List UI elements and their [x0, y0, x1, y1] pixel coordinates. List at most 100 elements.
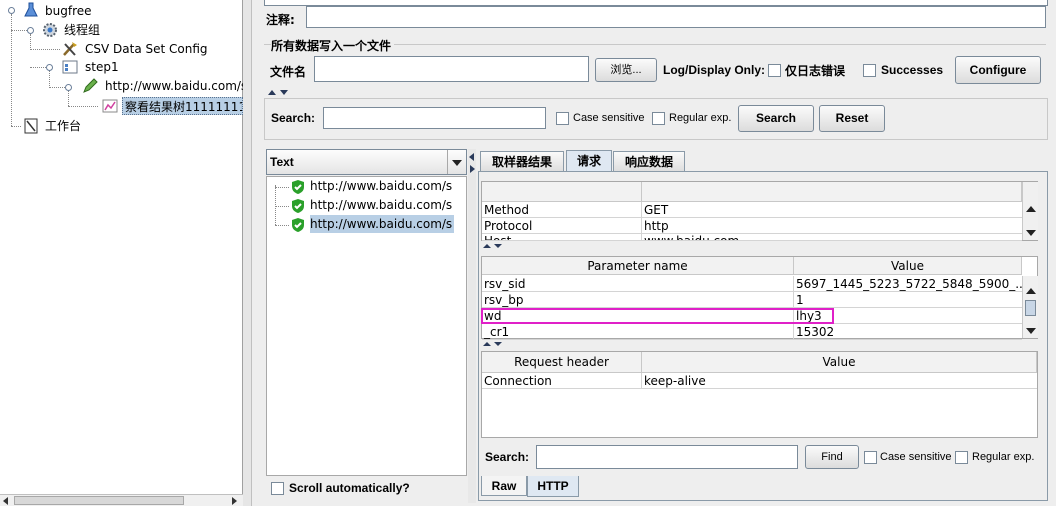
renderer-select[interactable]: Text	[266, 149, 467, 175]
tree-node-thread-group[interactable]: 线程组	[64, 21, 100, 39]
expand-toggle[interactable]	[27, 27, 34, 34]
regex-checkbox[interactable]	[652, 112, 665, 125]
find-button[interactable]: Find	[805, 445, 859, 469]
tab-sampler-result[interactable]: 取样器结果	[480, 151, 564, 171]
scroll-auto-label: Scroll automatically?	[289, 481, 410, 495]
collapse-up-icon[interactable]	[483, 244, 491, 248]
scroll-down-icon[interactable]	[1026, 230, 1036, 236]
collapse-down-icon[interactable]	[494, 342, 502, 346]
tab-request[interactable]: 请求	[566, 150, 612, 171]
header-cell: Connection	[482, 373, 642, 389]
scroll-down-icon[interactable]	[1026, 328, 1036, 334]
tree-connector	[30, 49, 60, 50]
test-plan-tree[interactable]: bugfree 线程组 CSV Data Set Config step1 ht…	[0, 0, 247, 506]
bottom-search-input[interactable]	[536, 445, 798, 469]
write-all-label: 所有数据写入一个文件	[271, 37, 395, 54]
request-cell: Protocol	[482, 218, 642, 234]
tree-horizontal-scrollbar[interactable]	[0, 494, 243, 506]
expand-toggle[interactable]	[8, 7, 15, 14]
successes-checkbox[interactable]	[863, 64, 876, 77]
scrollbar-thumb[interactable]	[1025, 300, 1036, 316]
browse-button[interactable]: 浏览...	[595, 58, 657, 82]
case-sensitive-checkbox[interactable]	[556, 112, 569, 125]
collapse-up-icon[interactable]	[483, 342, 491, 346]
param-cell: 15302	[794, 324, 1022, 340]
request-cell: Host	[482, 234, 642, 241]
expand-toggle[interactable]	[46, 64, 53, 71]
tree-connector	[68, 106, 98, 107]
tree-connector	[275, 206, 289, 207]
collapse-down-icon[interactable]	[280, 90, 288, 95]
tree-connector	[275, 225, 289, 226]
request-col-header	[642, 182, 1022, 202]
tree-node-step[interactable]: step1	[85, 58, 119, 76]
scroll-right-icon[interactable]	[232, 497, 237, 505]
tree-node-csv-config[interactable]: CSV Data Set Config	[85, 40, 208, 58]
scroll-left-icon[interactable]	[3, 497, 8, 505]
tree-connector	[275, 185, 276, 225]
search-button[interactable]: Search	[738, 105, 814, 132]
comment-label: 注释:	[266, 13, 295, 27]
tools-icon	[62, 41, 78, 57]
search-input[interactable]	[323, 107, 546, 129]
reset-button[interactable]: Reset	[819, 105, 885, 132]
request-header-value-header: Value	[642, 352, 1037, 373]
parameter-table: Parameter name Value rsv_sid 5697_1445_5…	[481, 256, 1038, 340]
comment-field[interactable]	[306, 6, 1046, 28]
renderer-select-value: Text	[270, 155, 294, 169]
tree-node-sampler[interactable]: http://www.baidu.com/s	[105, 77, 247, 95]
request-cell: GET	[642, 202, 1022, 218]
collapse-right-icon[interactable]	[470, 165, 475, 173]
results-splitter[interactable]	[468, 149, 476, 503]
collapse-up-icon[interactable]	[268, 90, 276, 95]
filename-input[interactable]	[314, 56, 589, 82]
main-splitter[interactable]	[243, 0, 252, 506]
expand-toggle[interactable]	[65, 84, 72, 91]
result-item[interactable]: http://www.baidu.com/s	[310, 196, 452, 214]
request-col-header	[482, 182, 642, 202]
configure-button[interactable]: Configure	[955, 56, 1041, 84]
request-header-table: Request header Value Connection keep-ali…	[481, 351, 1038, 438]
request-cell: Method	[482, 202, 642, 218]
name-field-edge	[264, 0, 1048, 6]
pencil-icon	[82, 78, 98, 94]
bottom-case-sensitive-checkbox[interactable]	[864, 451, 877, 464]
scroll-up-icon[interactable]	[1026, 206, 1036, 212]
scroll-auto-checkbox[interactable]	[271, 482, 284, 495]
results-list[interactable]: http://www.baidu.com/s http://www.baidu.…	[266, 176, 467, 476]
param-name-header: Parameter name	[482, 257, 794, 275]
tree-connector	[11, 126, 21, 127]
request-header-header: Request header	[482, 352, 642, 373]
errors-only-checkbox[interactable]	[768, 64, 781, 77]
scroll-up-icon[interactable]	[1026, 288, 1036, 294]
collapse-down-icon[interactable]	[494, 244, 502, 248]
param-cell: rsv_sid	[482, 276, 794, 292]
param-table-scrollbar[interactable]	[1022, 276, 1038, 338]
tree-connector	[49, 70, 50, 86]
tree-node-workbench[interactable]: 工作台	[45, 117, 81, 135]
scrollbar-thumb[interactable]	[14, 496, 184, 505]
bottom-regex-label: Regular exp.	[972, 451, 1035, 463]
chevron-down-icon	[452, 160, 462, 166]
errors-only-label: 仅日志错误	[785, 64, 846, 78]
bottom-regex-checkbox[interactable]	[955, 451, 968, 464]
result-item-selected[interactable]: http://www.baidu.com/s	[310, 215, 455, 233]
tab-raw[interactable]: Raw	[481, 476, 527, 496]
tree-node-listener[interactable]: 察看结果树11111111	[122, 97, 243, 115]
request-cell: www.baidu.com	[642, 234, 1022, 241]
param-value-header: Value	[794, 257, 1022, 275]
tree-node-root[interactable]: bugfree	[45, 2, 92, 20]
tab-http[interactable]: HTTP	[527, 476, 579, 497]
search-label: Search:	[271, 111, 316, 125]
tree-connector	[30, 34, 31, 50]
log-display-label: Log/Display Only:	[663, 63, 766, 77]
controller-icon	[62, 59, 78, 75]
bottom-search-label: Search:	[485, 450, 530, 464]
filename-label: 文件名	[270, 65, 307, 79]
result-item[interactable]: http://www.baidu.com/s	[310, 177, 452, 195]
collapse-left-icon[interactable]	[469, 153, 474, 161]
success-shield-icon	[290, 179, 306, 195]
request-table-scrollbar[interactable]	[1022, 182, 1038, 240]
request-cell: http	[642, 218, 1022, 234]
tab-response-data[interactable]: 响应数据	[613, 151, 685, 171]
